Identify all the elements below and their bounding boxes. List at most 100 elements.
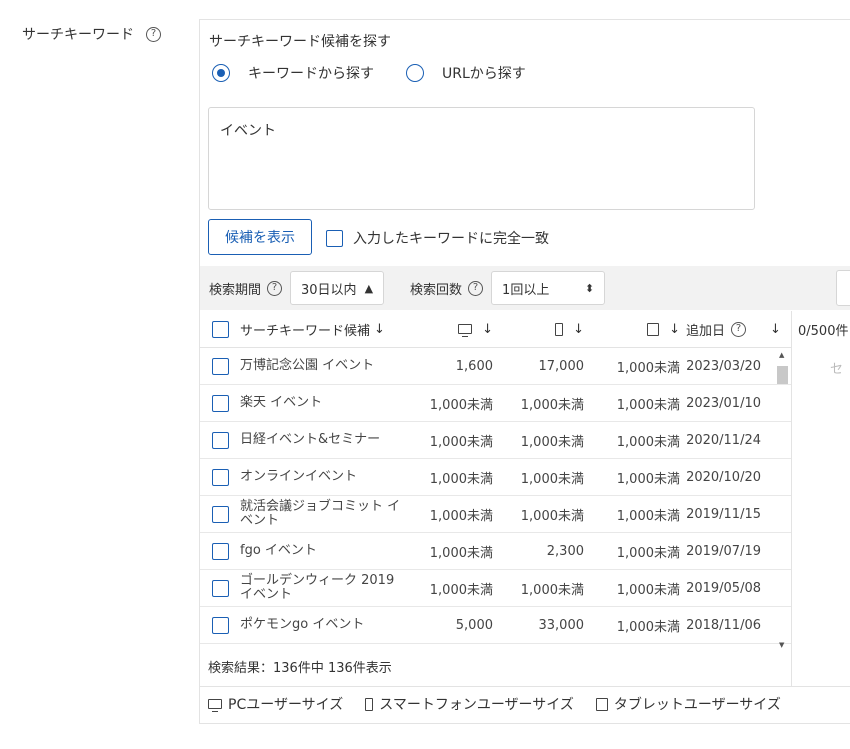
pc-icon (458, 324, 473, 337)
count-select[interactable]: 1回以上 ⬍ (491, 271, 606, 305)
table-row[interactable]: fgo イベント 1,000未満 2,300 1,000未満 2019/07/19 (200, 533, 791, 570)
row-smartphone-volume: 17,000 (538, 358, 585, 374)
exact-match-option[interactable]: 入力したキーワードに完全一致 (326, 228, 549, 248)
row-keyword: 万博記念公園 イベント (240, 358, 375, 374)
row-keyword: ポケモンgo イベント (240, 617, 365, 633)
row-added-date: 2023/03/20 (686, 358, 761, 374)
row-checkbox-cell (200, 357, 240, 375)
period-help-icon[interactable]: ? (267, 280, 283, 296)
table-row[interactable]: 万博記念公園 イベント 1,600 17,000 1,000未満 2023/03/20 (200, 348, 791, 385)
row-checkbox-cell (200, 394, 240, 412)
row-added-date-cell: 2019/07/19 (680, 544, 765, 559)
exact-match-checkbox[interactable] (326, 229, 343, 247)
radio-url-option[interactable]: URLから探す (406, 63, 526, 83)
row-added-date-cell: 2023/01/10 (680, 396, 765, 411)
row-pc-volume: 1,000未満 (429, 508, 493, 524)
radio-url-label: URLから探す (442, 66, 526, 82)
table-row[interactable]: 楽天 イベント 1,000未満 1,000未満 1,000未満 2023/01/10 (200, 385, 791, 422)
row-smartphone-volume-cell: 2,300 (493, 544, 584, 559)
period-label-text: 検索期間 (209, 282, 262, 298)
radio-keyword[interactable] (212, 64, 230, 82)
radio-keyword-option[interactable]: キーワードから探す (212, 63, 374, 83)
sort-arrow-icon: ↓ (374, 321, 385, 337)
row-tablet-volume: 1,000未満 (616, 545, 680, 561)
table-scrollbar[interactable]: ▲ ▼ (775, 349, 789, 649)
table-header: サーチキーワード候補 ↓ ↓ ↓ ↓ 追加日 ? ↓ (200, 311, 791, 348)
row-checkbox[interactable] (211, 579, 229, 597)
show-suggestions-button[interactable]: 候補を表示 (208, 219, 312, 255)
panel-title: サーチキーワード候補を探す (209, 34, 391, 50)
row-checkbox[interactable] (211, 431, 229, 449)
row-checkbox[interactable] (211, 542, 229, 560)
row-checkbox-cell (200, 542, 240, 560)
radio-keyword-label: キーワードから探す (248, 66, 374, 82)
legend-tablet: タブレットユーザーサイズ (595, 694, 781, 714)
row-checkbox[interactable] (211, 505, 229, 523)
radio-url[interactable] (406, 64, 424, 82)
date-column-header[interactable]: 追加日 ? ↓ (680, 320, 790, 339)
count-help-icon[interactable]: ? (468, 280, 484, 296)
row-added-date: 2020/10/20 (686, 469, 761, 485)
pc-column-header[interactable]: ↓ (408, 322, 493, 337)
row-checkbox-cell (200, 579, 240, 597)
filter-bar: 検索期間 ? 30日以内 ▲ 検索回数 ? 1回以上 ⬍ (200, 266, 850, 310)
select-arrows-icon: ▲ (364, 281, 374, 295)
row-keyword: 就活会議ジョブコミット イベント (240, 499, 401, 528)
row-tablet-volume-cell: 1,000未満 (584, 616, 680, 635)
period-filter-label: 検索期間 ? (209, 279, 283, 298)
results-summary: 検索結果：136件中 136件表示 (208, 661, 392, 676)
row-checkbox[interactable] (211, 468, 229, 486)
table-row[interactable]: オンラインイベント 1,000未満 1,000未満 1,000未満 2020/10/20 (200, 459, 791, 496)
row-checkbox-cell (200, 505, 240, 523)
table-row[interactable]: 就活会議ジョブコミット イベント 1,000未満 1,000未満 1,000未満 201… (200, 496, 791, 533)
row-pc-volume: 1,000未満 (429, 582, 493, 598)
row-smartphone-volume-cell: 33,000 (493, 617, 585, 633)
row-keyword: 日経イベント&セミナー (240, 432, 381, 448)
tablet-column-header[interactable]: ↓ (584, 322, 680, 337)
row-smartphone-volume: 1,000未満 (520, 434, 584, 450)
row-keyword-cell: ゴールデンウィーク 2019 イベント (240, 574, 408, 601)
row-pc-volume: 1,600 (455, 358, 493, 374)
row-smartphone-volume-cell: 1,000未満 (493, 579, 584, 598)
row-smartphone-volume-cell: 1,000未満 (493, 394, 584, 413)
help-icon[interactable]: ? (146, 26, 161, 42)
row-keyword-cell: fgo イベント (240, 544, 408, 558)
row-added-date-cell: 2019/11/15 (680, 507, 765, 522)
row-pc-volume: 1,000未満 (429, 434, 493, 450)
row-checkbox[interactable] (211, 357, 229, 375)
row-smartphone-volume-cell: 1,000未満 (493, 468, 584, 487)
scroll-thumb[interactable] (777, 366, 788, 384)
row-tablet-volume-cell: 1,000未満 (584, 579, 680, 598)
row-pc-volume-cell: 1,000未満 (408, 431, 493, 450)
period-select[interactable]: 30日以内 ▲ (290, 271, 385, 305)
sort-arrow-icon: ↓ (573, 321, 584, 337)
row-keyword: オンラインイベント (240, 469, 358, 485)
selected-count: 0/500件 (798, 324, 849, 339)
scroll-down-icon[interactable]: ▼ (779, 641, 784, 649)
sort-arrow-icon: ↓ (482, 321, 493, 337)
right-select[interactable] (836, 270, 850, 306)
keyword-column-header[interactable]: サーチキーワード候補 ↓ (240, 320, 408, 339)
table-row[interactable]: ゴールデンウィーク 2019 イベント 1,000未満 1,000未満 1,000未満… (200, 570, 791, 607)
scroll-up-icon[interactable]: ▲ (779, 351, 784, 359)
legend-pc: PCユーザーサイズ (208, 694, 343, 714)
row-keyword-cell: 楽天 イベント (240, 396, 408, 410)
row-tablet-volume: 1,000未満 (616, 582, 680, 598)
row-smartphone-volume: 2,300 (546, 543, 584, 559)
row-smartphone-volume: 33,000 (538, 617, 585, 633)
date-help-icon[interactable]: ? (731, 321, 747, 337)
tablet-icon (595, 697, 608, 711)
keyword-textarea[interactable] (208, 107, 755, 210)
sort-arrow-icon: ↓ (770, 321, 781, 337)
row-checkbox[interactable] (211, 616, 229, 634)
legend-divider (200, 686, 850, 687)
table-row[interactable]: ポケモンgo イベント 5,000 33,000 1,000未満 2018/11/06 (200, 607, 791, 644)
row-pc-volume-cell: 1,000未満 (408, 394, 493, 413)
row-checkbox[interactable] (211, 394, 229, 412)
row-tablet-volume: 1,000未満 (616, 397, 680, 413)
smartphone-column-header[interactable]: ↓ (493, 322, 584, 337)
keyword-header-label: サーチキーワード候補 (240, 323, 371, 339)
select-all-checkbox[interactable] (211, 320, 229, 338)
table-row[interactable]: 日経イベント&セミナー 1,000未満 1,000未満 1,000未満 2020/11/… (200, 422, 791, 459)
row-pc-volume-cell: 1,000未満 (408, 468, 493, 487)
